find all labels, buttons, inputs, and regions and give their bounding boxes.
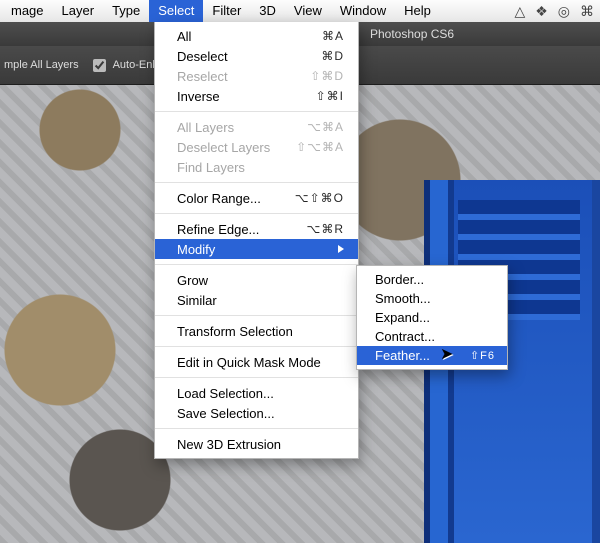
menu-view[interactable]: View [285,0,331,22]
menu-item-find-layers: Find Layers [155,157,358,177]
menubar-tray: △ ❖ ◎ ⌘ [514,0,594,22]
menu-item-label: Grow [177,273,208,288]
tray-cc-icon[interactable]: ⌘ [580,3,594,20]
menu-item-label: Find Layers [177,160,245,175]
menu-item-label: Refine Edge... [177,222,259,237]
select-dropdown-menu: All ⌘A Deselect ⌘D Reselect ⇧⌘D Inverse ⇧⌘I All … [154,22,359,459]
menu-item-deselect[interactable]: Deselect ⌘D [155,46,358,66]
menu-separator [155,182,358,183]
submenu-item-label: Border... [375,272,424,287]
menu-separator [155,111,358,112]
menu-item-label: Deselect [177,49,228,64]
app-title: Photoshop CS6 [370,27,454,41]
menu-item-label: Color Range... [177,191,261,206]
menu-item-modify[interactable]: Modify [155,239,358,259]
menu-item-label: Modify [177,242,215,257]
menu-3d[interactable]: 3D [250,0,285,22]
modify-submenu: Border... Smooth... Expand... Contract... Fe… [356,265,508,370]
menu-separator [155,264,358,265]
submenu-shortcut: ⇧F6 [470,349,495,362]
mac-menubar: mage Layer Type Select Filter 3D View Wi… [0,0,600,23]
menu-select[interactable]: Select [149,0,203,22]
tray-drive-icon[interactable]: △ [514,3,525,20]
menu-shortcut: ⇧⌘I [316,89,344,103]
menu-item-refine-edge[interactable]: Refine Edge... ⌥⌘R [155,219,358,239]
submenu-item-contract[interactable]: Contract... [357,327,507,346]
menu-item-label: Transform Selection [177,324,293,339]
submenu-item-feather[interactable]: Feather... ⇧F6 [357,346,507,365]
menu-item-reselect: Reselect ⇧⌘D [155,66,358,86]
menu-layer[interactable]: Layer [53,0,104,22]
menu-item-all[interactable]: All ⌘A [155,26,358,46]
menu-item-similar[interactable]: Similar [155,290,358,310]
sample-all-layers-check[interactable]: mple All Layers [4,59,79,71]
menu-item-label: Load Selection... [177,386,274,401]
submenu-item-label: Smooth... [375,291,431,306]
menu-shortcut: ⌥⌘R [307,222,345,236]
menu-item-color-range[interactable]: Color Range... ⌥⇧⌘O [155,188,358,208]
menu-shortcut: ⇧⌘D [310,69,344,83]
menu-separator [155,346,358,347]
menu-item-label: Reselect [177,69,228,84]
menu-image[interactable]: mage [2,0,53,22]
menu-separator [155,377,358,378]
sample-all-layers-label: mple All Layers [4,59,79,71]
submenu-item-label: Feather... [375,348,430,363]
menu-separator [155,315,358,316]
menu-item-save-selection[interactable]: Save Selection... [155,403,358,423]
submenu-caret-icon [338,245,344,253]
menu-item-inverse[interactable]: Inverse ⇧⌘I [155,86,358,106]
submenu-item-smooth[interactable]: Smooth... [357,289,507,308]
menu-item-label: Edit in Quick Mask Mode [177,355,321,370]
submenu-item-expand[interactable]: Expand... [357,308,507,327]
menu-type[interactable]: Type [103,0,149,22]
tray-dropbox-icon[interactable]: ❖ [535,3,548,20]
menu-separator [155,213,358,214]
menu-item-grow[interactable]: Grow [155,270,358,290]
menu-item-label: Save Selection... [177,406,275,421]
menu-item-load-selection[interactable]: Load Selection... [155,383,358,403]
menu-shortcut: ⌘D [321,49,344,63]
menu-item-label: Similar [177,293,217,308]
menu-shortcut: ⌥⌘A [307,120,344,134]
menu-window[interactable]: Window [331,0,395,22]
menu-item-label: All [177,29,191,44]
menu-item-transform-selection[interactable]: Transform Selection [155,321,358,341]
auto-enhance-checkbox[interactable] [93,59,106,72]
menu-item-label: Inverse [177,89,220,104]
menu-shortcut: ⌥⇧⌘O [295,191,344,205]
menu-filter[interactable]: Filter [203,0,250,22]
menu-item-all-layers: All Layers ⌥⌘A [155,117,358,137]
menu-item-edit-in-quick-mask-mode[interactable]: Edit in Quick Mask Mode [155,352,358,372]
menu-item-deselect-layers: Deselect Layers ⇧⌥⌘A [155,137,358,157]
menu-shortcut: ⇧⌥⌘A [296,140,344,154]
tray-sync-icon[interactable]: ◎ [558,3,570,20]
menu-help[interactable]: Help [395,0,440,22]
menu-shortcut: ⌘A [322,29,344,43]
menu-item-label: All Layers [177,120,234,135]
menu-item-label: Deselect Layers [177,140,270,155]
submenu-item-border[interactable]: Border... [357,270,507,289]
submenu-item-label: Expand... [375,310,430,325]
menu-item-new-3d-extrusion[interactable]: New 3D Extrusion [155,434,358,454]
menu-item-label: New 3D Extrusion [177,437,281,452]
submenu-item-label: Contract... [375,329,435,344]
menu-separator [155,428,358,429]
